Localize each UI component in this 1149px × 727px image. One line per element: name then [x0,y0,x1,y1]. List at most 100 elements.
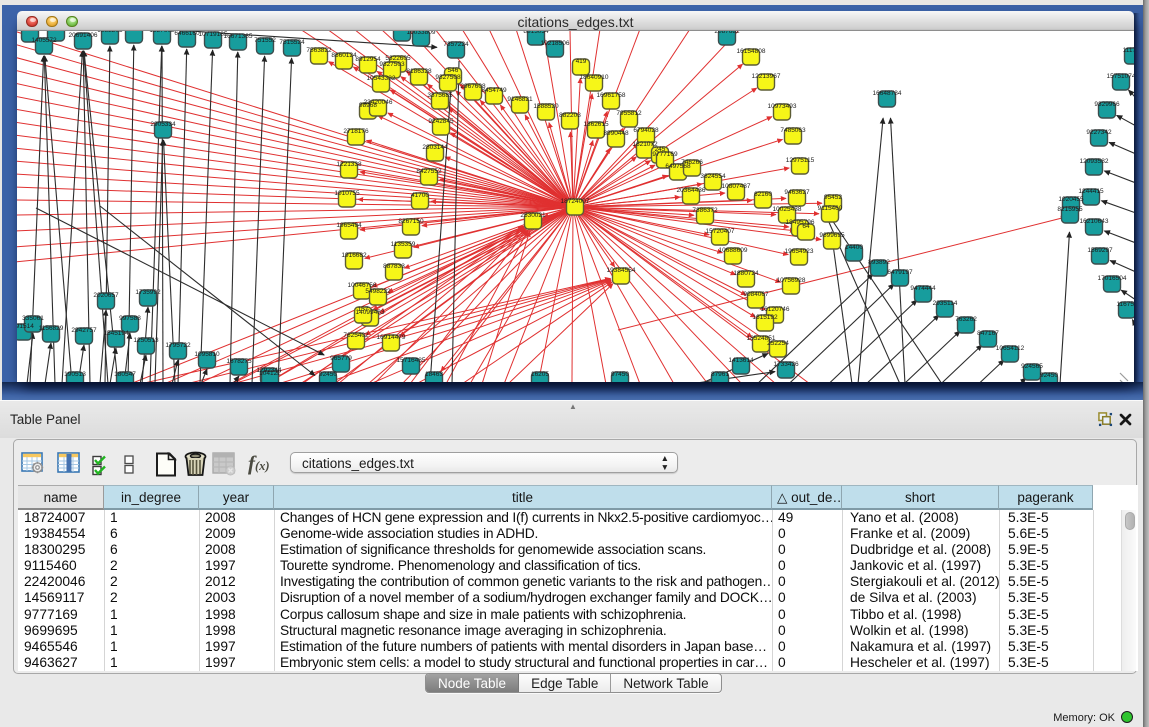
svg-text:9327503: 9327503 [379,61,405,68]
svg-text:1362615: 1362615 [583,121,609,128]
svg-text:12093582: 12093582 [1080,158,1109,165]
svg-text:116753: 116753 [1116,301,1134,308]
svg-text:1095810: 1095810 [194,351,220,358]
svg-text:1545194: 1545194 [103,330,129,337]
svg-text:92450: 92450 [319,371,337,378]
svg-text:18640910: 18640910 [580,74,609,81]
svg-text:16210643: 16210643 [1080,218,1109,225]
svg-text:10688609: 10688609 [719,247,748,254]
svg-text:8660124: 8660124 [331,52,357,59]
svg-text:12975115: 12975115 [786,157,815,164]
svg-text:7955812: 7955812 [616,110,642,117]
svg-text:16914479: 16914479 [377,334,406,341]
svg-text:9777169: 9777169 [652,151,678,158]
svg-text:1735992: 1735992 [135,289,161,296]
svg-text:10654112: 10654112 [996,345,1025,352]
svg-text:10543382: 10543382 [367,75,396,82]
svg-text:2942757: 2942757 [71,327,97,334]
svg-text:5498222: 5498222 [365,288,391,295]
svg-text:6479197: 6479197 [887,269,913,276]
svg-text:7485063: 7485063 [780,127,806,134]
svg-text:8427552: 8427552 [416,168,442,175]
svg-text:1221338: 1221338 [336,161,362,168]
svg-text:1156829: 1156829 [39,325,64,332]
svg-text:1244415: 1244415 [1078,188,1104,195]
svg-text:887833: 887833 [383,263,405,270]
svg-text:92450: 92450 [1040,372,1058,379]
svg-text:16961758: 16961758 [597,92,626,99]
svg-text:746266: 746266 [681,159,703,166]
svg-text:7386372: 7386372 [692,207,718,214]
svg-text:1527602: 1527602 [149,31,175,34]
svg-text:20691406: 20691406 [69,32,98,39]
svg-text:335061: 335061 [22,315,44,322]
svg-text:546: 546 [448,67,459,74]
svg-text:8990448: 8990448 [603,130,629,137]
svg-text:8912954: 8912954 [355,56,381,63]
svg-text:16154808: 16154808 [737,48,766,55]
svg-text:2718176: 2718176 [343,128,369,135]
svg-text:15716485: 15716485 [397,357,426,364]
svg-text:9474444: 9474444 [910,285,936,292]
svg-text:19218506: 19218506 [541,40,570,47]
svg-text:8186328: 8186328 [406,68,432,75]
svg-text:10807487: 10807487 [722,183,751,190]
svg-text:1615192: 1615192 [752,314,778,321]
svg-text:16205: 16205 [531,371,549,378]
svg-text:965779: 965779 [330,355,352,362]
svg-text:3375685: 3375685 [427,92,453,99]
svg-text:1569297: 1569297 [1087,247,1113,254]
svg-text:104122: 104122 [259,370,281,377]
svg-text:1250513: 1250513 [133,337,159,344]
svg-text:9146821: 9146821 [507,96,533,103]
svg-text:1413614: 1413614 [728,357,754,364]
svg-text:41700: 41700 [411,192,429,199]
svg-text:763262: 763262 [955,316,977,323]
svg-text:2935114: 2935114 [933,300,958,307]
svg-text:18724007: 18724007 [561,198,590,205]
svg-text:9084067: 9084067 [743,291,769,298]
svg-text:180547: 180547 [114,371,136,378]
svg-text:19384554: 19384554 [607,267,636,274]
svg-text:419: 419 [576,58,587,65]
svg-text:751552: 751552 [254,37,276,44]
svg-text:111752: 111752 [1123,47,1134,54]
svg-text:18463: 18463 [425,371,443,378]
svg-text:16033809: 16033809 [407,31,436,36]
svg-text:9463627: 9463627 [784,189,810,196]
svg-text:1588520: 1588520 [533,103,559,110]
svg-text:6466160: 6466160 [174,31,200,37]
svg-text:2905334: 2905334 [150,121,176,128]
svg-text:16120746: 16120746 [761,306,790,313]
svg-text:1880724: 1880724 [733,270,759,277]
svg-text:16648784: 16648784 [873,90,902,97]
svg-text:1795722: 1795722 [165,342,191,349]
svg-text:9242845: 9242845 [428,118,454,125]
svg-text:2530021: 2530021 [520,212,546,219]
svg-text:64: 64 [802,223,810,230]
svg-text:8454749: 8454749 [481,87,507,94]
svg-text:1965494: 1965494 [336,222,362,229]
svg-text:924565: 924565 [1021,363,1043,370]
svg-text:14400: 14400 [845,244,863,251]
svg-text:19654923: 19654923 [785,248,814,255]
svg-text:2020657: 2020657 [93,292,119,299]
svg-text:10655287: 10655287 [120,31,149,33]
svg-text:3624554: 3624554 [700,173,726,180]
svg-text:1837104: 1837104 [17,31,43,32]
svg-text:1916682: 1916682 [341,252,367,259]
svg-text:10025438: 10025438 [773,206,802,213]
svg-text:7357224: 7357224 [443,41,469,48]
svg-text:10973493: 10973493 [768,103,797,110]
svg-text:1405572: 1405572 [31,37,57,44]
svg-text:1135359: 1135359 [391,241,416,248]
svg-text:15751074: 15751074 [1107,73,1134,80]
svg-text:9115460: 9115460 [818,205,843,212]
svg-text:7515524: 7515524 [279,39,305,46]
svg-text:23420046: 23420046 [364,99,393,106]
svg-text:1010755: 1010755 [334,190,360,197]
svg-text:9699695: 9699695 [819,232,845,239]
svg-text:2087682: 2087682 [714,31,740,35]
svg-text:16671385: 16671385 [224,33,253,40]
svg-text:87961: 87961 [711,371,729,378]
